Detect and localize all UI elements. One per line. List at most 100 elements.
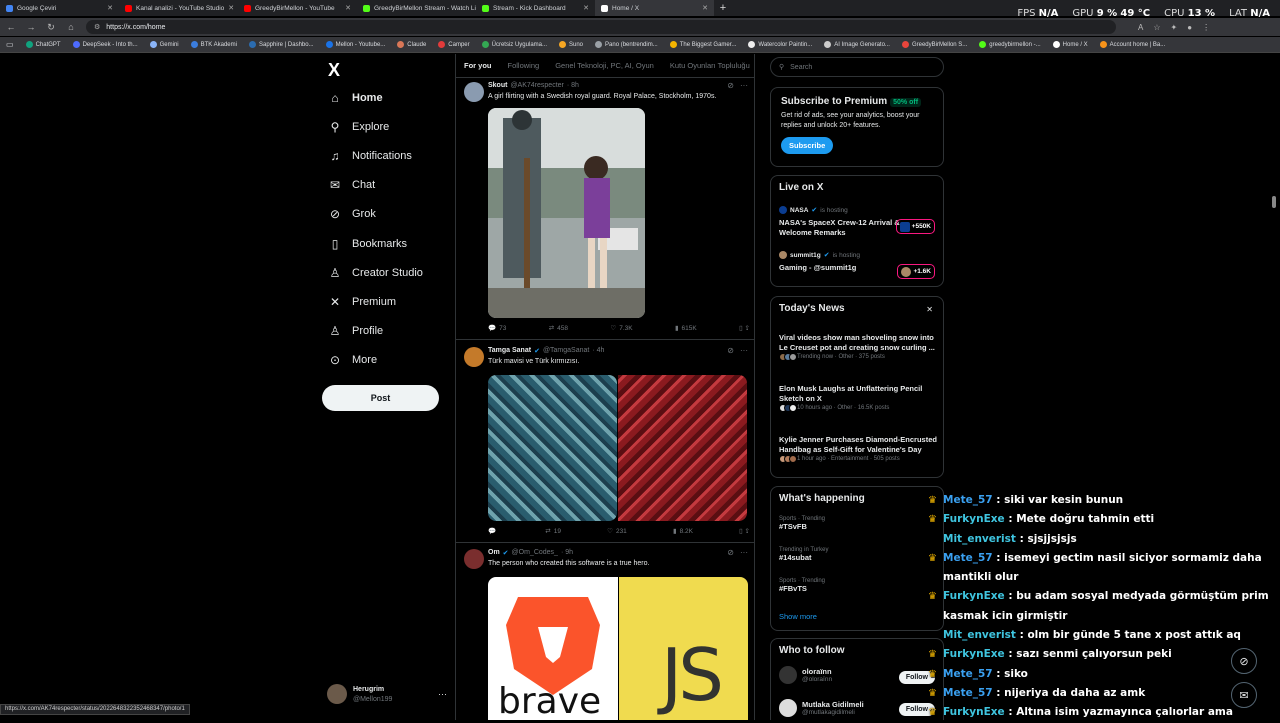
live-item[interactable]: NASA ✔ is hosting NASA's SpaceX Crew-12 Ar…: [779, 206, 909, 238]
scrollbar-thumb[interactable]: [1272, 196, 1276, 208]
x-logo-icon[interactable]: X: [328, 60, 340, 81]
nav-item-grok[interactable]: ⊘ Grok: [328, 204, 376, 224]
bookmark-item[interactable]: Ücretsiz Uygulama...: [481, 41, 547, 48]
nav-item-chat[interactable]: ✉ Chat: [328, 175, 375, 195]
reply-button[interactable]: 💬: [488, 527, 499, 535]
nav-item-bookmarks[interactable]: ▯ Bookmarks: [328, 234, 407, 254]
tweet[interactable]: Tamga Sanat ✔ @TamgaSanat · 4h ⊘ ··· Türk…: [456, 343, 754, 543]
messages-fab-icon[interactable]: ✉: [1231, 682, 1257, 708]
tweet-time[interactable]: · 8h: [567, 82, 579, 89]
grok-icon[interactable]: ⊘: [727, 346, 734, 355]
bookmark-item[interactable]: Home / X: [1052, 41, 1088, 48]
post-button[interactable]: Post: [322, 385, 439, 411]
home-page-icon[interactable]: ⌂: [66, 22, 76, 32]
red-carpet-photo[interactable]: [618, 375, 747, 521]
browser-tab[interactable]: Stream - Kick Dashboard ✕: [476, 0, 595, 16]
repost-button[interactable]: ⇄ 19: [545, 527, 561, 536]
tweet[interactable]: Skout @AK74respecter · 8h ⊘ ··· A girl fl…: [456, 78, 754, 340]
like-button[interactable]: ♡ 7.3K: [610, 324, 632, 333]
back-icon[interactable]: ←: [6, 22, 16, 32]
follow-suggestion[interactable]: Mutlaka Gidilmeli @mutlakagidilmeli: [779, 699, 864, 717]
javascript-logo-image[interactable]: JS: [619, 577, 748, 720]
account-switcher[interactable]: Herugrim @Mellon199 ···: [327, 683, 447, 705]
bookmark-item[interactable]: BTK Akademi: [190, 41, 237, 48]
avatar[interactable]: [464, 549, 484, 569]
bookmark-item[interactable]: GreedyBirMellon S...: [901, 41, 967, 48]
forward-icon[interactable]: →: [26, 22, 36, 32]
tab-following[interactable]: Following: [508, 61, 540, 70]
subscribe-button[interactable]: Subscribe: [781, 137, 834, 154]
trend-item[interactable]: Sports · Trending #TSvFB: [779, 516, 825, 531]
close-tab-icon[interactable]: ✕: [107, 4, 113, 12]
nav-item-more[interactable]: ⊙ More: [328, 350, 377, 370]
show-more-link[interactable]: Show more: [779, 612, 817, 621]
brave-logo-image[interactable]: brave: [488, 577, 618, 720]
close-tab-icon[interactable]: ✕: [702, 4, 708, 12]
author-handle[interactable]: @AK74respecter: [510, 82, 563, 89]
repost-button[interactable]: ⇄ 458: [549, 324, 568, 333]
views-button[interactable]: ▮ 8.2K: [673, 527, 693, 536]
tweet[interactable]: Om ✔ @Om_Codes_ · 9h ⊘ ··· The person who…: [456, 545, 754, 720]
browser-tab[interactable]: GreedyBirMellon Stream - Watch Liv✕: [357, 0, 476, 16]
tweet-time[interactable]: · 9h: [561, 549, 573, 557]
bookmark-button[interactable]: ▯ ⇪: [739, 324, 750, 332]
browser-tab[interactable]: GreedyBirMellon - YouTube ✕: [238, 0, 357, 16]
nav-item-notifications[interactable]: ♫ Notifications: [328, 146, 412, 166]
avatar[interactable]: [464, 347, 484, 367]
bookmark-item[interactable]: Camper: [438, 41, 470, 48]
grok-icon[interactable]: ⊘: [727, 548, 734, 557]
grok-fab-icon[interactable]: ⊘: [1231, 648, 1257, 674]
nav-item-profile[interactable]: ♙ Profile: [328, 321, 384, 341]
bookmark-item[interactable]: DeepSeek - Into th...: [72, 41, 138, 48]
follow-suggestion[interactable]: oloraïnn @oloraïnn: [779, 666, 832, 684]
trend-item[interactable]: Sports · Trending #FBvTS: [779, 578, 825, 593]
bookmark-item[interactable]: The Biggest Gamer...: [669, 41, 736, 48]
avatar[interactable]: [464, 82, 484, 102]
close-tab-icon[interactable]: ✕: [345, 4, 351, 12]
bookmark-item[interactable]: Pano (bentrendim...: [595, 41, 658, 48]
close-tab-icon[interactable]: ✕: [228, 4, 234, 12]
bookmark-item[interactable]: Watercolor Paintin...: [748, 41, 812, 48]
nav-item-explore[interactable]: ⚲ Explore: [328, 117, 390, 137]
live-listener-count[interactable]: +550K: [895, 219, 935, 234]
apps-icon[interactable]: ▭: [6, 40, 14, 49]
author-name[interactable]: Tamga Sanat: [488, 347, 531, 355]
news-item[interactable]: Viral videos show man shoveling snow int…: [779, 333, 939, 361]
nav-item-creator-studio[interactable]: ♙ Creator Studio: [328, 263, 423, 283]
more-icon[interactable]: ···: [740, 346, 748, 355]
browser-tab[interactable]: Home / X ✕: [595, 0, 714, 16]
like-button[interactable]: ♡ 231: [607, 527, 627, 536]
bookmark-item[interactable]: Sapphire | Dashbo...: [248, 41, 314, 48]
site-info-icon[interactable]: ⚙: [94, 23, 100, 31]
author-name[interactable]: Skout: [488, 82, 507, 89]
bookmark-item[interactable]: Claude: [397, 41, 426, 48]
search-input[interactable]: ⚲ Search: [770, 57, 944, 77]
trend-item[interactable]: Trending in Turkey #14subat: [779, 547, 828, 562]
nav-item-premium[interactable]: ✕ Premium: [328, 292, 396, 312]
bookmark-item[interactable]: Suno: [559, 41, 583, 48]
live-item[interactable]: summit1g ✔ is hosting Gaming - @summit1g: [779, 251, 909, 273]
grok-icon[interactable]: ⊘: [727, 81, 734, 90]
menu-icon[interactable]: ⋮: [1202, 23, 1210, 32]
news-item[interactable]: Kylie Jenner Purchases Diamond-Encrusted…: [779, 435, 939, 463]
new-tab-button[interactable]: +: [714, 2, 732, 14]
nav-item-home[interactable]: ⌂ Home: [328, 88, 382, 108]
browser-tab[interactable]: Google Çeviri ✕: [0, 0, 119, 16]
close-tab-icon[interactable]: ✕: [583, 4, 589, 12]
tab-community-tech[interactable]: Genel Teknoloji, PC, AI, Oyun: [555, 61, 654, 70]
more-icon[interactable]: ···: [438, 689, 447, 699]
author-handle[interactable]: @Om_Codes_: [512, 549, 558, 557]
bookmark-item[interactable]: greedybirmellon -...: [979, 41, 1041, 48]
news-item[interactable]: Elon Musk Laughs at Unflattering Pencil …: [779, 384, 939, 412]
bookmark-button[interactable]: ▯ ⇪: [739, 527, 750, 535]
more-icon[interactable]: ···: [740, 548, 748, 557]
extensions-icon[interactable]: ✦: [1171, 23, 1178, 32]
bookmark-item[interactable]: AI Image Generato...: [824, 41, 890, 48]
profile-icon[interactable]: ●: [1187, 23, 1192, 32]
close-icon[interactable]: ✕: [926, 305, 933, 314]
reply-button[interactable]: 💬 73: [488, 324, 506, 333]
bookmark-item[interactable]: Account home | Ba...: [1099, 41, 1165, 48]
author-name[interactable]: Om: [488, 549, 500, 557]
tab-for-you[interactable]: For you: [464, 61, 492, 70]
bookmark-item[interactable]: Mellon - Youtube...: [325, 41, 385, 48]
